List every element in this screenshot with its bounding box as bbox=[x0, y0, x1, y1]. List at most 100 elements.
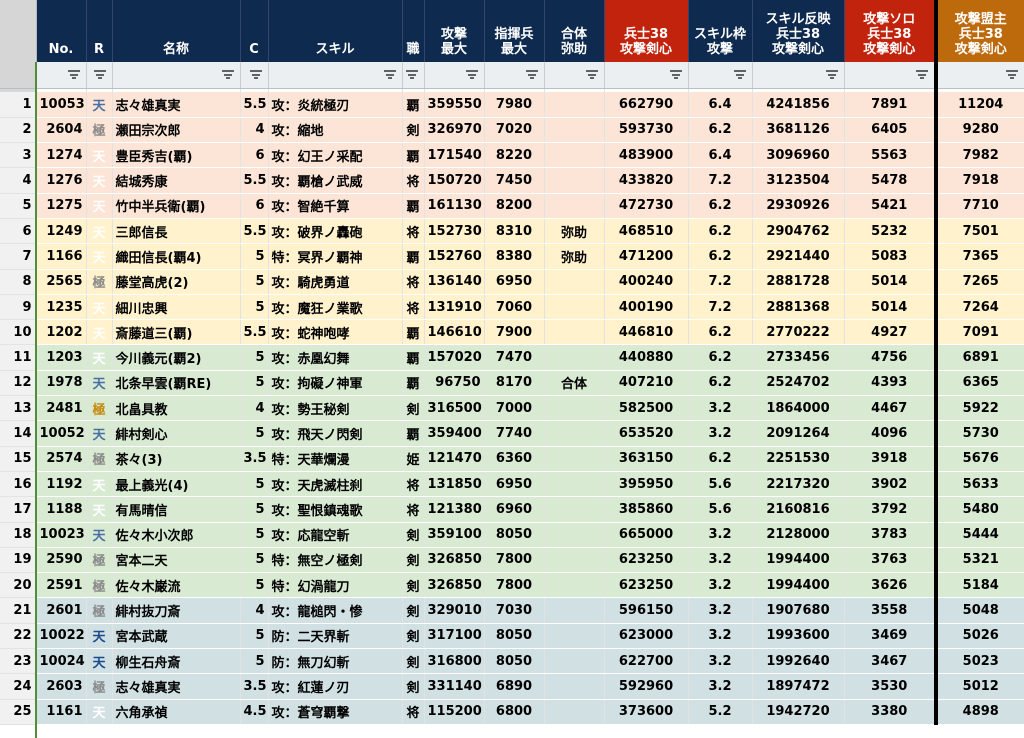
cell-skill[interactable]: 特：冥界ノ覇神 bbox=[268, 243, 403, 270]
cell-skill-slot[interactable]: 7.2 bbox=[688, 294, 753, 321]
cell-job[interactable]: 将 bbox=[402, 218, 425, 245]
row-number[interactable]: 4 bbox=[0, 167, 37, 194]
filter-icon[interactable] bbox=[67, 70, 80, 80]
row-number[interactable]: 10 bbox=[0, 319, 37, 346]
filter-icon[interactable] bbox=[405, 70, 418, 80]
cell-rarity[interactable]: 天 bbox=[86, 193, 113, 219]
cell-name[interactable]: 宮本武蔵 bbox=[112, 623, 241, 650]
filter-icon[interactable] bbox=[585, 70, 598, 80]
cell-name[interactable]: 有馬晴信 bbox=[112, 496, 241, 523]
cell-soldier38[interactable]: 623250 bbox=[604, 572, 689, 599]
cell-cmd-max[interactable]: 7800 bbox=[484, 547, 545, 574]
cell-solo[interactable]: 3783 bbox=[844, 522, 938, 548]
cell-combo[interactable] bbox=[544, 420, 605, 447]
cell-alliance[interactable]: 5676 bbox=[936, 446, 1024, 472]
cell-skill-reflect[interactable]: 2881728 bbox=[752, 269, 845, 295]
cell-cmd-max[interactable]: 8050 bbox=[484, 648, 545, 675]
cell-skill-slot[interactable]: 6.2 bbox=[688, 117, 753, 144]
cell-rarity[interactable]: 極 bbox=[86, 446, 113, 472]
cell-skill[interactable]: 攻：縮地 bbox=[268, 117, 403, 144]
cell-soldier38[interactable]: 363150 bbox=[604, 446, 689, 472]
row-number[interactable]: 6 bbox=[0, 218, 37, 245]
cell-cost[interactable]: 4 bbox=[240, 395, 269, 422]
cell-cost[interactable]: 4.5 bbox=[240, 699, 269, 725]
cell-atk-max[interactable]: 152730 bbox=[424, 218, 485, 245]
cell-solo[interactable]: 3902 bbox=[844, 471, 938, 498]
cell-atk-max[interactable]: 115200 bbox=[424, 699, 485, 725]
cell-combo[interactable] bbox=[544, 92, 605, 118]
cell-skill-slot[interactable]: 6.2 bbox=[688, 370, 753, 397]
cell-name[interactable]: 細川忠興 bbox=[112, 294, 241, 321]
cell-rarity[interactable]: 天 bbox=[86, 294, 113, 321]
cell-rarity[interactable]: 極 bbox=[86, 117, 113, 144]
cell-rarity[interactable]: 天 bbox=[86, 319, 113, 346]
cell-skill[interactable]: 攻：天虎滅柱刹 bbox=[268, 471, 403, 498]
col-header-cmd-max[interactable]: 指揮兵 最大 bbox=[484, 0, 545, 62]
cell-combo[interactable] bbox=[544, 648, 605, 675]
cell-atk-max[interactable]: 316800 bbox=[424, 648, 485, 675]
cell-cmd-max[interactable]: 8050 bbox=[484, 522, 545, 548]
cell-combo[interactable] bbox=[544, 294, 605, 321]
cell-name[interactable]: 今川義元(覇2) bbox=[112, 344, 241, 371]
cell-solo[interactable]: 3918 bbox=[844, 446, 938, 472]
cell-skill-slot[interactable]: 3.2 bbox=[688, 597, 753, 624]
cell-solo[interactable]: 3626 bbox=[844, 572, 938, 599]
cell-cmd-max[interactable]: 7470 bbox=[484, 344, 545, 371]
cell-skill[interactable]: 攻：拘礙ノ神軍 bbox=[268, 370, 403, 397]
cell-alliance[interactable]: 4898 bbox=[936, 699, 1024, 725]
cell-rarity[interactable]: 天 bbox=[86, 420, 113, 447]
cell-skill[interactable]: 特：無空ノ極剣 bbox=[268, 547, 403, 574]
cell-skill-reflect[interactable]: 1994400 bbox=[752, 547, 845, 574]
cell-name[interactable]: 宮本二天 bbox=[112, 547, 241, 574]
cell-soldier38[interactable]: 373600 bbox=[604, 699, 689, 725]
cell-alliance[interactable]: 6365 bbox=[936, 370, 1024, 397]
cell-rarity[interactable]: 極 bbox=[86, 572, 113, 599]
cell-cmd-max[interactable]: 7980 bbox=[484, 92, 545, 118]
cell-skill[interactable]: 攻：勢王秘剣 bbox=[268, 395, 403, 422]
cell-no[interactable]: 10053 bbox=[36, 92, 87, 118]
row-number[interactable]: 17 bbox=[0, 496, 37, 523]
row-number[interactable]: 19 bbox=[0, 547, 37, 574]
cell-skill-slot[interactable]: 6.2 bbox=[688, 446, 753, 472]
cell-skill-reflect[interactable]: 2217320 bbox=[752, 471, 845, 498]
cell-alliance[interactable]: 5184 bbox=[936, 572, 1024, 599]
cell-skill[interactable]: 特：天華爛漫 bbox=[268, 446, 403, 472]
cell-skill-slot[interactable]: 7.2 bbox=[688, 167, 753, 194]
cell-atk-max[interactable]: 152760 bbox=[424, 243, 485, 270]
cell-name[interactable]: 緋村抜刀斎 bbox=[112, 597, 241, 624]
cell-skill-slot[interactable]: 6.2 bbox=[688, 218, 753, 245]
cell-no[interactable]: 10024 bbox=[36, 648, 87, 675]
cell-skill-reflect[interactable]: 2160816 bbox=[752, 496, 845, 523]
row-number[interactable]: 15 bbox=[0, 446, 37, 472]
cell-solo[interactable]: 4927 bbox=[844, 319, 938, 346]
cell-rarity[interactable]: 天 bbox=[86, 370, 113, 397]
cell-name[interactable]: 藤堂高虎(2) bbox=[112, 269, 241, 295]
cell-skill-slot[interactable]: 6.2 bbox=[688, 319, 753, 346]
col-header-job[interactable]: 職 bbox=[402, 0, 425, 62]
cell-cmd-max[interactable]: 7000 bbox=[484, 395, 545, 422]
cell-skill-slot[interactable]: 6.4 bbox=[688, 92, 753, 118]
cell-rarity[interactable]: 天 bbox=[86, 471, 113, 498]
cell-rarity[interactable]: 天 bbox=[86, 496, 113, 523]
cell-solo[interactable]: 6405 bbox=[844, 117, 938, 144]
cell-solo[interactable]: 5478 bbox=[844, 167, 938, 194]
cell-combo[interactable] bbox=[544, 446, 605, 472]
cell-no[interactable]: 10052 bbox=[36, 420, 87, 447]
cell-cost[interactable]: 5 bbox=[240, 648, 269, 675]
cell-no[interactable]: 10022 bbox=[36, 623, 87, 650]
cell-skill-reflect[interactable]: 2921440 bbox=[752, 243, 845, 270]
cell-cost[interactable]: 4 bbox=[240, 117, 269, 144]
cell-alliance[interactable]: 7918 bbox=[936, 167, 1024, 194]
cell-cost[interactable]: 5 bbox=[240, 547, 269, 574]
cell-cmd-max[interactable]: 6950 bbox=[484, 471, 545, 498]
cell-no[interactable]: 1202 bbox=[36, 319, 87, 346]
cell-atk-max[interactable]: 359550 bbox=[424, 92, 485, 118]
cell-skill[interactable]: 攻：赤凰幻舞 bbox=[268, 344, 403, 371]
cell-skill-reflect[interactable]: 2904762 bbox=[752, 218, 845, 245]
row-number[interactable]: 7 bbox=[0, 243, 37, 270]
cell-skill-reflect[interactable]: 2128000 bbox=[752, 522, 845, 548]
cell-soldier38[interactable]: 622700 bbox=[604, 648, 689, 675]
cell-skill-reflect[interactable]: 3681126 bbox=[752, 117, 845, 144]
cell-solo[interactable]: 4393 bbox=[844, 370, 938, 397]
cell-combo[interactable] bbox=[544, 673, 605, 700]
